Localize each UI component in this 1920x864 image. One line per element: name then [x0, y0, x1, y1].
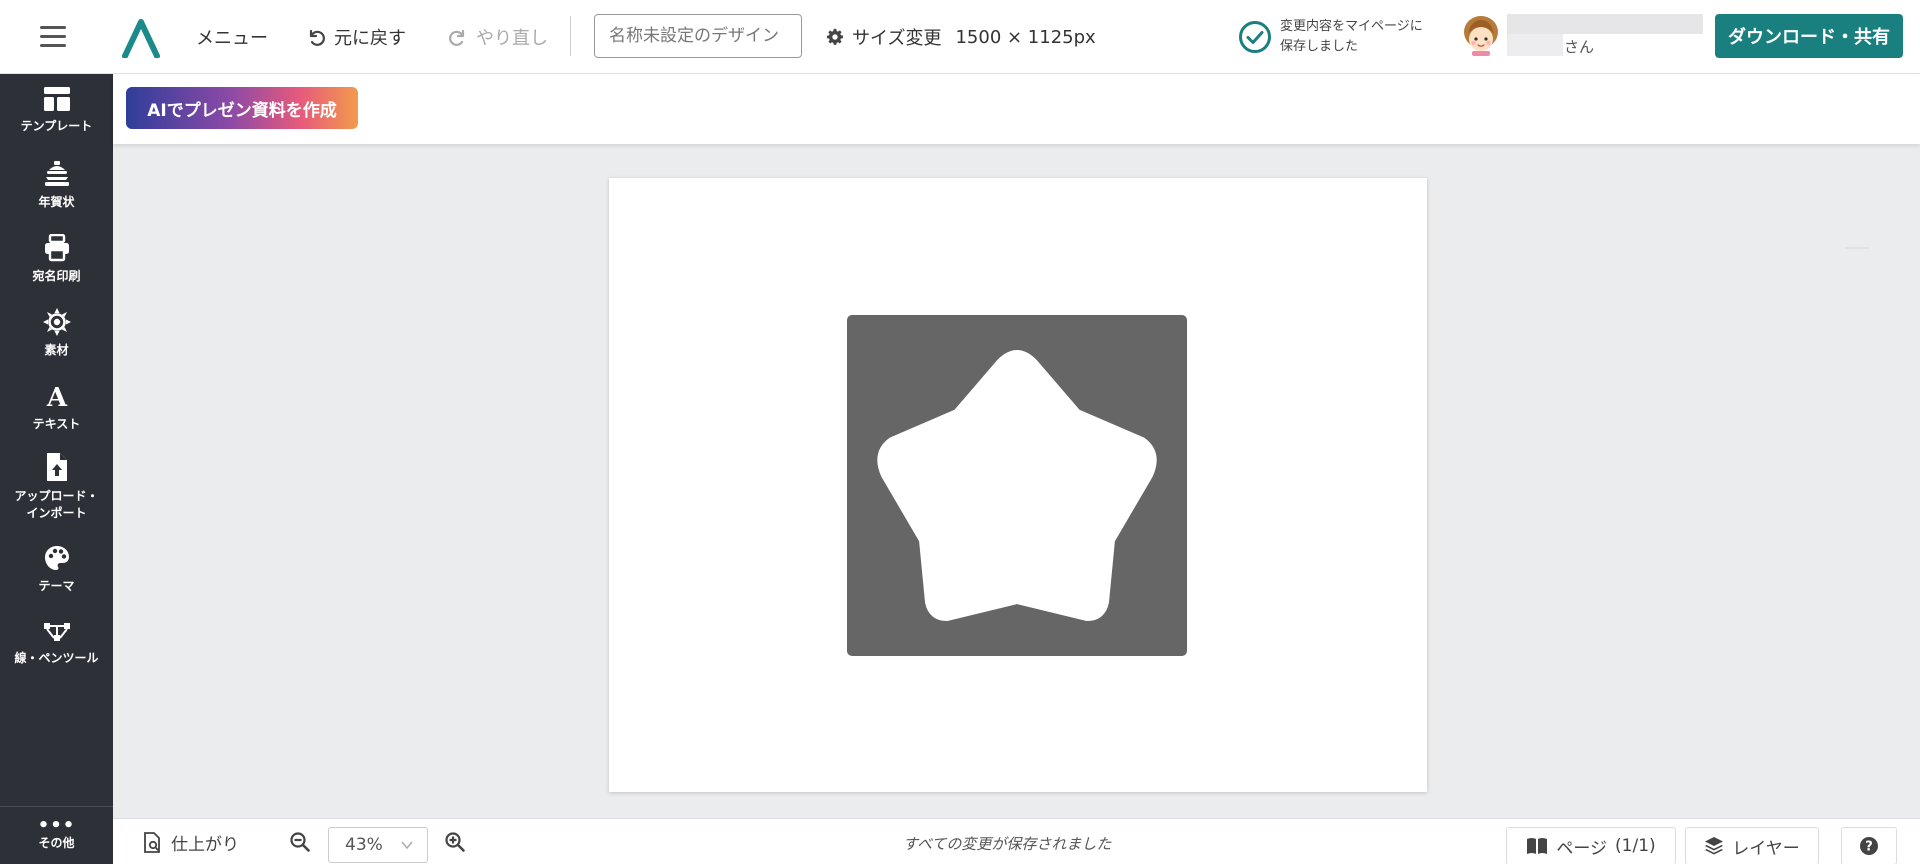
- text-icon: A: [45, 383, 67, 410]
- ai-presentation-button[interactable]: AIでプレゼン資料を作成: [126, 87, 358, 129]
- page-label: ページ: [1556, 838, 1608, 859]
- sidebar-label-theme: テーマ: [38, 579, 75, 593]
- avatar[interactable]: [1461, 14, 1501, 56]
- sidebar-item-more[interactable]: ••• その他: [0, 806, 113, 864]
- top-bar: メニュー 元に戻す やり直し サイズ変更 1500 × 1125px 変更内容を…: [0, 0, 1920, 74]
- sidebar-item-elements[interactable]: 素材: [0, 308, 113, 359]
- more-dots-icon: •••: [37, 815, 76, 836]
- undo-button[interactable]: 元に戻す: [306, 24, 406, 50]
- redo-label: やり直し: [476, 28, 548, 49]
- sidebar-item-upload[interactable]: アップロード・ インポート: [0, 452, 113, 522]
- star-shape-element[interactable]: [847, 315, 1187, 656]
- upload-icon: [46, 453, 67, 481]
- left-sidebar: テンプレート 年賀状 宛名印刷 素材 A テキスト アップロード・ インポート …: [0, 74, 113, 864]
- printer-icon: [44, 234, 69, 262]
- layers-icon: [1705, 837, 1724, 855]
- undo-label: 元に戻す: [334, 28, 406, 49]
- gear-icon: [826, 28, 844, 45]
- resize-label: サイズ変更: [852, 28, 942, 49]
- sidebar-item-template[interactable]: テンプレート: [0, 86, 113, 135]
- saved-check-icon: [1239, 21, 1271, 53]
- chevron-down-icon: [401, 841, 413, 850]
- menu-button[interactable]: メニュー: [196, 24, 268, 50]
- canvas-size-value: 1500 × 1125px: [955, 26, 1096, 48]
- download-share-label: ダウンロード・共有: [1728, 27, 1890, 48]
- svg-text:?: ?: [1865, 840, 1873, 855]
- help-icon: ?: [1860, 837, 1878, 855]
- pages-button[interactable]: ページ (1/1): [1506, 827, 1676, 864]
- sidebar-label-text: テキスト: [32, 417, 81, 431]
- layer-label: レイヤー: [1732, 838, 1800, 859]
- ai-presentation-label: AIでプレゼン資料を作成: [147, 100, 337, 121]
- undo-icon: [309, 29, 325, 46]
- template-icon: [43, 87, 70, 111]
- context-toolbar: AIでプレゼン資料を作成: [113, 74, 1920, 144]
- preview-finish-button[interactable]: 仕上がり: [143, 830, 239, 855]
- pen-tool-icon: [43, 623, 70, 641]
- page-count: (1/1): [1615, 836, 1656, 856]
- layers-button[interactable]: レイヤー: [1685, 827, 1819, 864]
- sidebar-label-new-year-card: 年賀状: [38, 195, 75, 209]
- preview-icon: [144, 831, 160, 853]
- sidebar-label-address-print: 宛名印刷: [32, 269, 81, 283]
- canvas-handle-mark: [1845, 247, 1869, 249]
- username-redacted: [1507, 14, 1703, 34]
- zoom-in-icon[interactable]: [444, 831, 466, 853]
- hamburger-menu-icon[interactable]: [40, 25, 66, 47]
- save-status-text: 変更内容をマイページに 保存しました: [1280, 17, 1440, 57]
- bottom-bar: 仕上がり 43% すべての変更が保存されました ページ (1/1) レイヤー ?: [113, 818, 1920, 864]
- sidebar-item-theme[interactable]: テーマ: [0, 544, 113, 595]
- username-redacted-2: [1507, 34, 1563, 56]
- save-status-line1: 変更内容をマイページに: [1280, 19, 1423, 34]
- sidebar-label-import: インポート: [26, 506, 87, 520]
- redo-icon: [449, 29, 465, 46]
- element-icon: [42, 308, 71, 336]
- zoom-level-value: 43%: [345, 835, 383, 855]
- username-suffix: さん: [1564, 38, 1595, 56]
- sidebar-label-upload: アップロード・: [14, 489, 99, 503]
- design-canvas[interactable]: [609, 178, 1427, 792]
- sidebar-item-text[interactable]: A テキスト: [0, 382, 113, 433]
- design-name-input[interactable]: [594, 14, 802, 58]
- resize-button[interactable]: サイズ変更 1500 × 1125px: [826, 24, 1096, 50]
- sidebar-label-more: その他: [38, 836, 75, 850]
- help-button[interactable]: ?: [1841, 827, 1897, 864]
- download-share-button[interactable]: ダウンロード・共有: [1715, 14, 1903, 58]
- toolbar-divider: [570, 16, 571, 56]
- sidebar-label-pen-tool: 線・ペンツール: [14, 651, 99, 665]
- save-status-footer: すべての変更が保存されました: [903, 835, 1112, 853]
- redo-button[interactable]: やり直し: [448, 24, 548, 50]
- book-icon: [1527, 838, 1548, 854]
- menu-label: メニュー: [196, 28, 268, 49]
- zoom-level-select[interactable]: 43%: [328, 827, 428, 863]
- sidebar-label-elements: 素材: [44, 343, 69, 357]
- sidebar-item-address-print[interactable]: 宛名印刷: [0, 234, 113, 285]
- sidebar-item-pen-tool[interactable]: 線・ペンツール: [0, 620, 113, 667]
- save-status-line2: 保存しました: [1280, 39, 1359, 54]
- finish-label: 仕上がり: [171, 835, 239, 855]
- app-logo-icon[interactable]: [121, 18, 161, 58]
- sidebar-label-template: テンプレート: [20, 119, 93, 133]
- sidebar-item-new-year-card[interactable]: 年賀状: [0, 160, 113, 211]
- svg-text:A: A: [45, 383, 67, 410]
- new-year-card-icon: [44, 161, 69, 186]
- zoom-out-icon[interactable]: [289, 831, 311, 853]
- palette-icon: [44, 546, 69, 570]
